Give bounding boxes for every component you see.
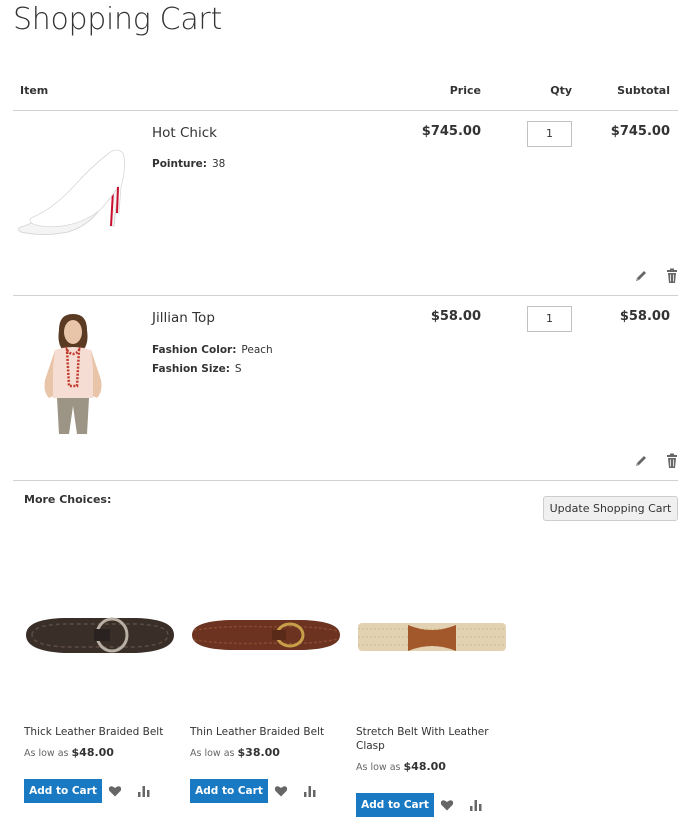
top-model-image[interactable] <box>13 310 141 436</box>
option-value: 38 <box>211 158 226 170</box>
qty-input[interactable]: 1 <box>527 121 572 147</box>
add-to-cart-button[interactable]: Add to Cart <box>190 779 268 803</box>
related-product: Stretch Belt With Leather Clasp As low a… <box>356 565 511 825</box>
column-price: Price <box>449 84 481 97</box>
belt-image[interactable] <box>24 585 176 665</box>
related-product: Thin Leather Braided Belt As low as $38.… <box>190 565 345 825</box>
related-product-price: As low as $48.00 <box>24 746 114 759</box>
compare-icon[interactable] <box>469 798 483 812</box>
option-value: S <box>234 363 242 375</box>
item-price: $745.00 <box>421 124 481 139</box>
price-value: $38.00 <box>237 746 280 759</box>
as-low-as-text: As low as <box>356 762 401 773</box>
related-product-price: As low as $48.00 <box>356 760 446 773</box>
trash-icon[interactable] <box>664 453 680 469</box>
as-low-as-text: As low as <box>24 748 69 759</box>
belt-image[interactable] <box>190 585 342 665</box>
item-subtotal: $58.00 <box>619 309 670 324</box>
heart-icon[interactable] <box>108 784 122 798</box>
related-product-price: As low as $38.00 <box>190 746 280 759</box>
price-value: $48.00 <box>71 746 114 759</box>
pencil-icon[interactable] <box>633 453 649 469</box>
related-product-name[interactable]: Thick Leather Braided Belt <box>24 725 164 739</box>
product-name[interactable]: Jillian Top <box>152 310 215 326</box>
item-subtotal: $745.00 <box>610 124 670 139</box>
related-product-name[interactable]: Thin Leather Braided Belt <box>190 725 330 739</box>
option-value: Peach <box>241 344 273 356</box>
column-subtotal: Subtotal <box>617 84 670 97</box>
product-name[interactable]: Hot Chick <box>152 125 217 141</box>
related-product: Thick Leather Braided Belt As low as $48… <box>24 565 179 825</box>
heart-icon[interactable] <box>440 798 454 812</box>
product-option: Fashion Size: S <box>152 363 242 375</box>
cart-table-header: Item Price Qty Subtotal <box>13 78 678 111</box>
product-option: Fashion Color: Peach <box>152 344 273 356</box>
compare-icon[interactable] <box>303 784 317 798</box>
product-option: Pointure: 38 <box>152 158 225 170</box>
qty-input[interactable]: 1 <box>527 306 572 332</box>
column-qty: Qty <box>550 84 572 97</box>
pencil-icon[interactable] <box>633 268 649 284</box>
belt-image[interactable] <box>356 585 508 665</box>
more-choices-label: More Choices: <box>24 493 112 506</box>
page-title: Shopping Cart <box>13 2 222 37</box>
add-to-cart-button[interactable]: Add to Cart <box>356 793 434 817</box>
pump-shoe-image[interactable] <box>13 129 141 239</box>
heart-icon[interactable] <box>274 784 288 798</box>
column-item: Item <box>20 84 49 97</box>
option-label: Fashion Color: <box>152 344 237 356</box>
compare-icon[interactable] <box>137 784 151 798</box>
as-low-as-text: As low as <box>190 748 235 759</box>
cart-item-row: Jillian Top Fashion Color: Peach Fashion … <box>13 296 678 481</box>
price-value: $48.00 <box>403 760 446 773</box>
item-price: $58.00 <box>430 309 481 324</box>
related-product-name[interactable]: Stretch Belt With Leather Clasp <box>356 725 496 753</box>
option-label: Fashion Size: <box>152 363 230 375</box>
option-label: Pointure: <box>152 158 207 170</box>
cart-item-row: Hot Chick Pointure: 38 $745.00 1 $745.00 <box>13 111 678 296</box>
trash-icon[interactable] <box>664 268 680 284</box>
update-cart-button[interactable]: Update Shopping Cart <box>543 496 678 521</box>
add-to-cart-button[interactable]: Add to Cart <box>24 779 102 803</box>
